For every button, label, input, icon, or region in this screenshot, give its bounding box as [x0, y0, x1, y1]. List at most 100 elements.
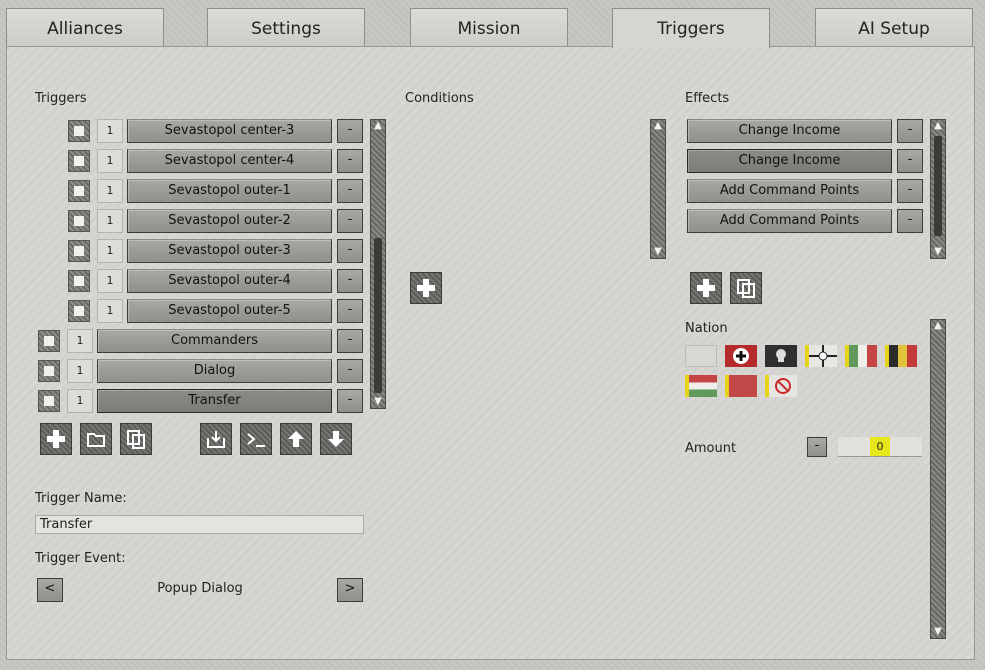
- remove-trigger-button[interactable]: -: [337, 359, 363, 383]
- red-flag[interactable]: [725, 375, 757, 397]
- trigger-checkbox[interactable]: [68, 180, 90, 202]
- neutral-flag[interactable]: [685, 345, 717, 367]
- trigger-count[interactable]: 1: [67, 329, 93, 353]
- trigger-item[interactable]: Sevastopol outer-2: [127, 209, 332, 233]
- add-effect-button[interactable]: [690, 272, 722, 304]
- trigger-checkbox[interactable]: [38, 390, 60, 412]
- scroll-thumb[interactable]: [374, 238, 382, 393]
- open-folder-button[interactable]: [80, 423, 112, 455]
- kriegsmarine-flag[interactable]: [805, 345, 837, 367]
- trigger-checkbox[interactable]: [68, 120, 90, 142]
- trigger-item[interactable]: Sevastopol center-3: [127, 119, 332, 143]
- trigger-item[interactable]: Dialog: [97, 359, 332, 383]
- trigger-checkbox[interactable]: [68, 150, 90, 172]
- remove-effect-button[interactable]: -: [897, 149, 923, 173]
- amount-slider-handle[interactable]: 0: [870, 437, 890, 456]
- remove-trigger-button[interactable]: -: [337, 239, 363, 263]
- trigger-checkbox[interactable]: [68, 300, 90, 322]
- trigger-count[interactable]: 1: [97, 209, 123, 233]
- effect-item[interactable]: Change Income: [687, 119, 892, 143]
- trigger-item[interactable]: Commanders: [97, 329, 332, 353]
- amount-label: Amount: [685, 441, 737, 456]
- tab-triggers[interactable]: Triggers: [612, 8, 770, 48]
- scroll-down-icon[interactable]: ▼: [371, 396, 385, 408]
- copy-icon: [737, 279, 755, 298]
- trigger-checkbox[interactable]: [38, 330, 60, 352]
- trigger-checkbox[interactable]: [38, 360, 60, 382]
- remove-trigger-button[interactable]: -: [337, 329, 363, 353]
- trigger-checkbox[interactable]: [68, 270, 90, 292]
- remove-trigger-button[interactable]: -: [337, 209, 363, 233]
- effect-item[interactable]: Add Command Points: [687, 209, 892, 233]
- copy-trigger-button[interactable]: [120, 423, 152, 455]
- scroll-up-icon[interactable]: ▲: [931, 120, 945, 132]
- effects-label: Effects: [685, 91, 730, 106]
- trigger-count[interactable]: 1: [97, 179, 123, 203]
- trigger-count[interactable]: 1: [97, 239, 123, 263]
- ss-flag[interactable]: [765, 345, 797, 367]
- trigger-checkbox[interactable]: [68, 240, 90, 262]
- nation-label: Nation: [685, 321, 728, 336]
- scroll-up-icon[interactable]: ▲: [931, 320, 945, 332]
- copy-effect-button[interactable]: [730, 272, 762, 304]
- trigger-item[interactable]: Transfer: [97, 389, 332, 413]
- amount-decrease-button[interactable]: -: [807, 437, 827, 457]
- remove-trigger-button[interactable]: -: [337, 299, 363, 323]
- hungary-flag[interactable]: [685, 375, 717, 397]
- trigger-item[interactable]: Sevastopol outer-4: [127, 269, 332, 293]
- trigger-list-scrollbar[interactable]: ▲ ▼: [370, 119, 386, 409]
- trigger-checkbox[interactable]: [68, 210, 90, 232]
- amount-slider[interactable]: 0: [838, 437, 922, 457]
- tab-ai-setup[interactable]: AI Setup: [815, 8, 973, 46]
- germany-flag[interactable]: [725, 345, 757, 367]
- import-icon: [207, 431, 225, 448]
- nation-scrollbar[interactable]: ▲ ▼: [930, 319, 946, 639]
- scroll-up-icon[interactable]: ▲: [371, 120, 385, 132]
- scroll-up-icon[interactable]: ▲: [651, 120, 665, 132]
- trigger-count[interactable]: 1: [67, 389, 93, 413]
- effect-list-scrollbar[interactable]: ▲ ▼: [930, 119, 946, 259]
- italy-flag[interactable]: [845, 345, 877, 367]
- remove-effect-button[interactable]: -: [897, 119, 923, 143]
- trigger-count[interactable]: 1: [97, 119, 123, 143]
- scroll-down-icon[interactable]: ▼: [931, 246, 945, 258]
- scroll-down-icon[interactable]: ▼: [931, 626, 945, 638]
- event-next-button[interactable]: >: [337, 578, 363, 602]
- trigger-item[interactable]: Sevastopol outer-1: [127, 179, 332, 203]
- tab-mission[interactable]: Mission: [410, 8, 568, 46]
- console-button[interactable]: [240, 423, 272, 455]
- trigger-item[interactable]: Sevastopol outer-3: [127, 239, 332, 263]
- trigger-count[interactable]: 1: [67, 359, 93, 383]
- none-flag[interactable]: [765, 375, 797, 397]
- remove-trigger-button[interactable]: -: [337, 389, 363, 413]
- conditions-scrollbar[interactable]: ▲ ▼: [650, 119, 666, 259]
- trigger-count[interactable]: 1: [97, 149, 123, 173]
- remove-effect-button[interactable]: -: [897, 209, 923, 233]
- effect-item[interactable]: Add Command Points: [687, 179, 892, 203]
- trigger-item[interactable]: Sevastopol outer-5: [127, 299, 332, 323]
- move-up-button[interactable]: [280, 423, 312, 455]
- remove-trigger-button[interactable]: -: [337, 119, 363, 143]
- remove-effect-button[interactable]: -: [897, 179, 923, 203]
- trigger-count[interactable]: 1: [97, 269, 123, 293]
- belgium-flag[interactable]: [885, 345, 917, 367]
- scroll-down-icon[interactable]: ▼: [651, 246, 665, 258]
- remove-trigger-button[interactable]: -: [337, 179, 363, 203]
- import-button[interactable]: [200, 423, 232, 455]
- move-down-button[interactable]: [320, 423, 352, 455]
- trigger-item[interactable]: Sevastopol center-4: [127, 149, 332, 173]
- conditions-label: Conditions: [405, 91, 474, 106]
- move-down-icon: [328, 431, 344, 447]
- console-icon: [247, 433, 265, 447]
- remove-trigger-button[interactable]: -: [337, 269, 363, 293]
- event-prev-button[interactable]: <: [37, 578, 63, 602]
- trigger-name-input[interactable]: Transfer: [35, 515, 364, 534]
- scroll-thumb[interactable]: [934, 136, 942, 236]
- tab-settings[interactable]: Settings: [207, 8, 365, 46]
- trigger-count[interactable]: 1: [97, 299, 123, 323]
- tab-alliances[interactable]: Alliances: [6, 8, 164, 46]
- effect-item[interactable]: Change Income: [687, 149, 892, 173]
- remove-trigger-button[interactable]: -: [337, 149, 363, 173]
- add-trigger-button[interactable]: [40, 423, 72, 455]
- add-condition-button[interactable]: [410, 272, 442, 304]
